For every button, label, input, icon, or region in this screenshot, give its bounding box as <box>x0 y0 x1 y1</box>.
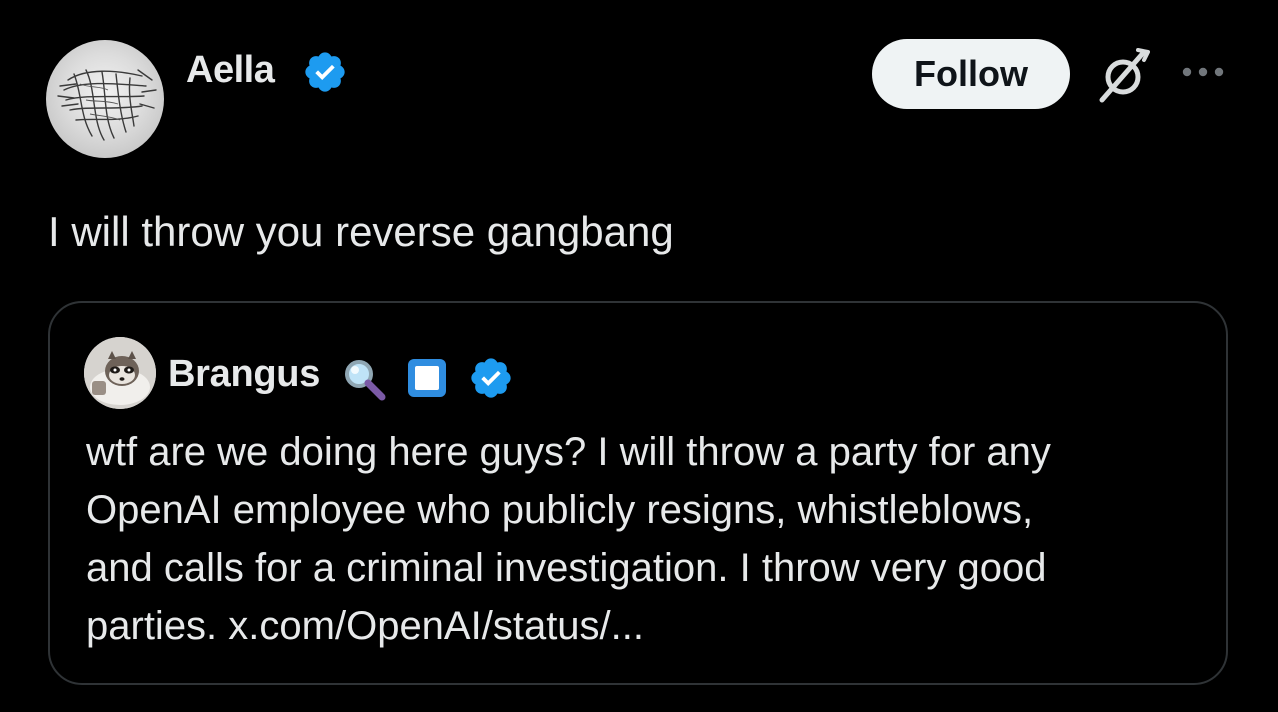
quoted-author-avatar[interactable] <box>84 337 156 409</box>
quoted-author-name[interactable]: Brangus <box>168 351 320 397</box>
tweet: Aella Follow I will throw you reverse ga… <box>0 0 1278 712</box>
verified-badge-icon <box>471 358 511 398</box>
blue-square-button-emoji-icon <box>408 359 446 397</box>
avatar-sketch-image <box>57 69 157 141</box>
tweet-text: I will throw you reverse gangbang <box>48 208 674 255</box>
quoted-text-line: wtf are we doing here guys? I will throw… <box>86 430 1051 474</box>
quoted-text-line: OpenAI employee who publicly resigns, wh… <box>86 488 1034 532</box>
quoted-tweet-text: wtf are we doing here guys? I will throw… <box>86 423 1196 655</box>
author-name[interactable]: Aella <box>186 46 275 94</box>
quoted-text-line: and calls for a criminal investigation. … <box>86 546 1047 590</box>
follow-button[interactable]: Follow <box>872 39 1070 109</box>
quoted-tweet-card[interactable]: Brangus wtf are we doing here guys? I wi… <box>48 301 1228 685</box>
magnifying-glass-emoji-icon <box>345 360 386 401</box>
verified-badge-icon <box>305 52 345 92</box>
raccoon-avatar-image <box>84 337 156 409</box>
author-avatar[interactable] <box>46 40 164 158</box>
more-options-icon[interactable] <box>1180 64 1226 80</box>
grok-icon[interactable] <box>1094 46 1152 104</box>
quoted-text-line: parties. x.com/OpenAI/status/... <box>86 604 645 648</box>
